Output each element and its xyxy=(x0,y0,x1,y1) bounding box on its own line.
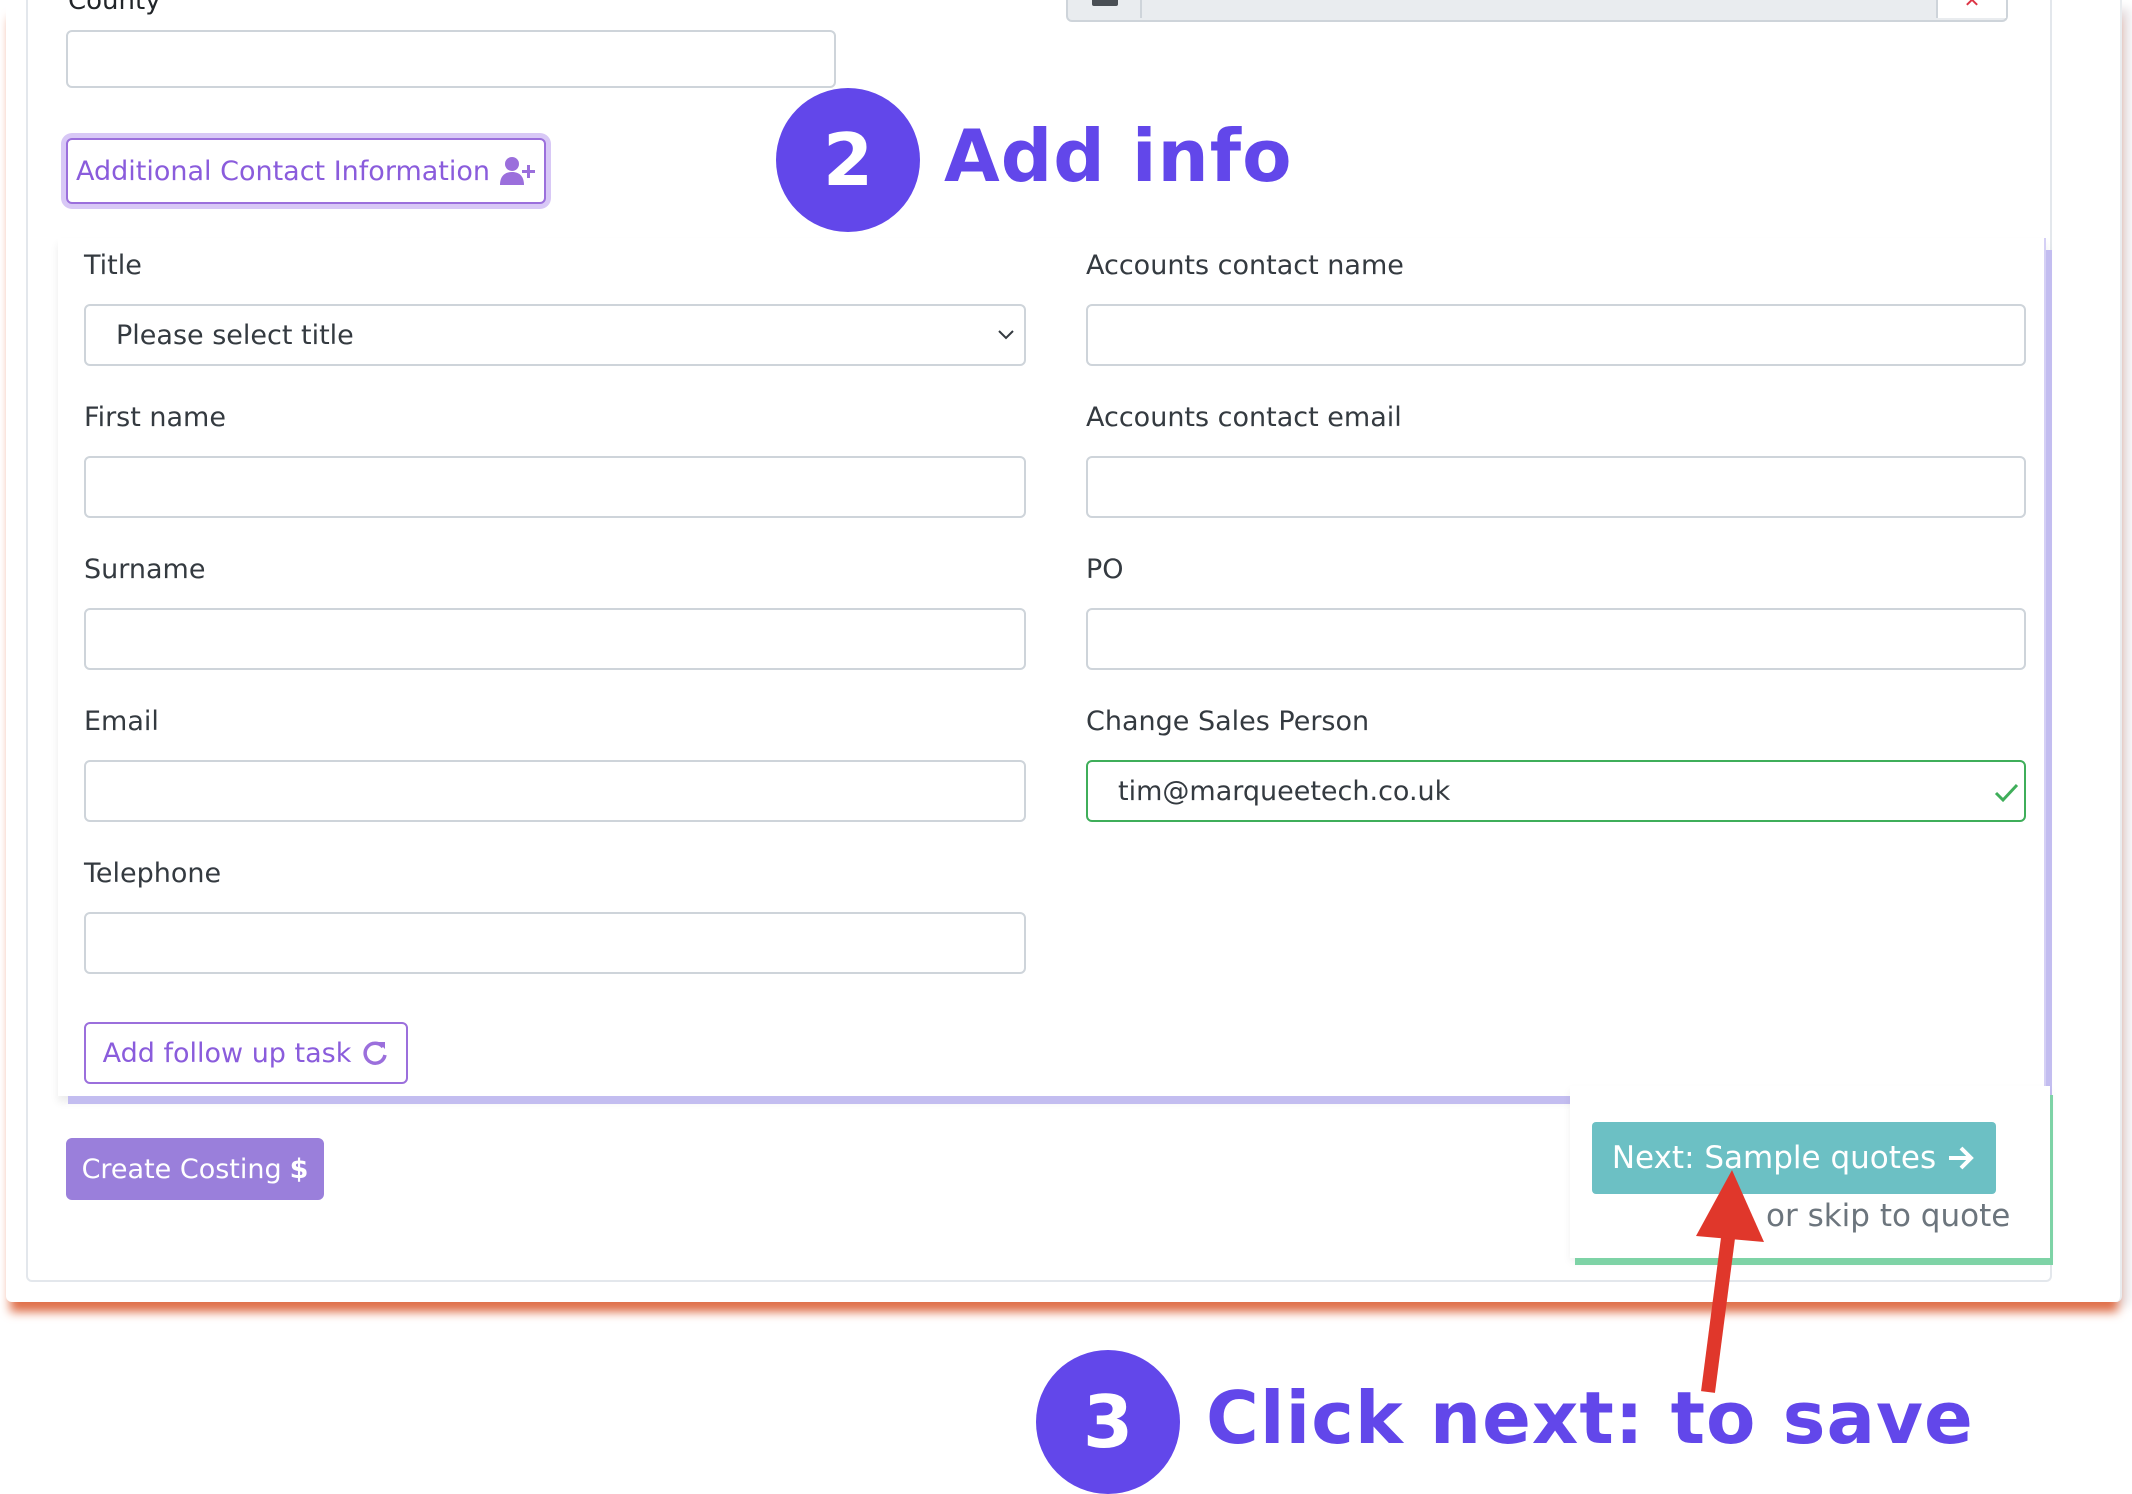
surname-label: Surname xyxy=(84,554,206,585)
step-3-text: Click next: to save xyxy=(1206,1376,1974,1460)
step-2-text: Add info xyxy=(944,114,1293,198)
telephone-label: Telephone xyxy=(84,858,222,889)
po-input[interactable] xyxy=(1086,608,2026,670)
checkmark-icon xyxy=(1994,783,2019,803)
step-3-badge: 3 xyxy=(1036,1350,1180,1494)
calendar-icon[interactable] xyxy=(1068,0,1142,18)
additional-contact-label: Additional Contact Information xyxy=(75,155,491,187)
sales-person-value: tim@marqueetech.co.uk xyxy=(1118,775,1451,807)
surname-input[interactable] xyxy=(84,608,1026,670)
follow-up-label: Add follow up task xyxy=(102,1037,352,1069)
skip-to-quote-link[interactable]: or skip to quote xyxy=(1766,1198,2010,1234)
next-sample-quotes-button[interactable]: Next: Sample quotes xyxy=(1592,1122,1996,1194)
user-plus-icon xyxy=(500,157,536,185)
accounts-email-label: Accounts contact email xyxy=(1086,402,1402,433)
county-input[interactable] xyxy=(66,30,836,88)
po-label: PO xyxy=(1086,554,1124,585)
additional-contact-button[interactable]: Additional Contact Information xyxy=(66,138,546,204)
telephone-input[interactable] xyxy=(84,912,1026,974)
next-button-label: Next: Sample quotes xyxy=(1611,1140,1937,1176)
title-select[interactable]: Please select title xyxy=(84,304,1026,366)
arrow-right-icon xyxy=(1949,1146,1974,1170)
add-follow-up-task-button[interactable]: Add follow up task xyxy=(84,1022,408,1084)
title-label: Title xyxy=(84,250,142,281)
dollar-icon: $ xyxy=(289,1153,309,1185)
sales-person-label: Change Sales Person xyxy=(1086,706,1370,737)
accounts-name-label: Accounts contact name xyxy=(1086,250,1404,281)
sales-person-input[interactable]: tim@marqueetech.co.uk xyxy=(1086,760,2026,822)
refresh-icon xyxy=(363,1041,388,1065)
first-name-input[interactable] xyxy=(84,456,1026,518)
county-label: County xyxy=(68,0,161,16)
accounts-email-input[interactable] xyxy=(1086,456,2026,518)
email-label: Email xyxy=(84,706,159,737)
chevron-down-icon xyxy=(998,330,1014,340)
first-name-label: First name xyxy=(84,402,226,433)
step-2-badge: 2 xyxy=(776,88,920,232)
date-picker-control[interactable]: ✕ xyxy=(1066,0,2008,22)
clear-icon[interactable]: ✕ xyxy=(1936,0,2006,18)
title-select-value: Please select title xyxy=(116,319,354,351)
create-costing-button[interactable]: Create Costing $ xyxy=(66,1138,324,1200)
create-costing-label: Create Costing xyxy=(81,1153,282,1185)
email-input[interactable] xyxy=(84,760,1026,822)
accounts-name-input[interactable] xyxy=(1086,304,2026,366)
